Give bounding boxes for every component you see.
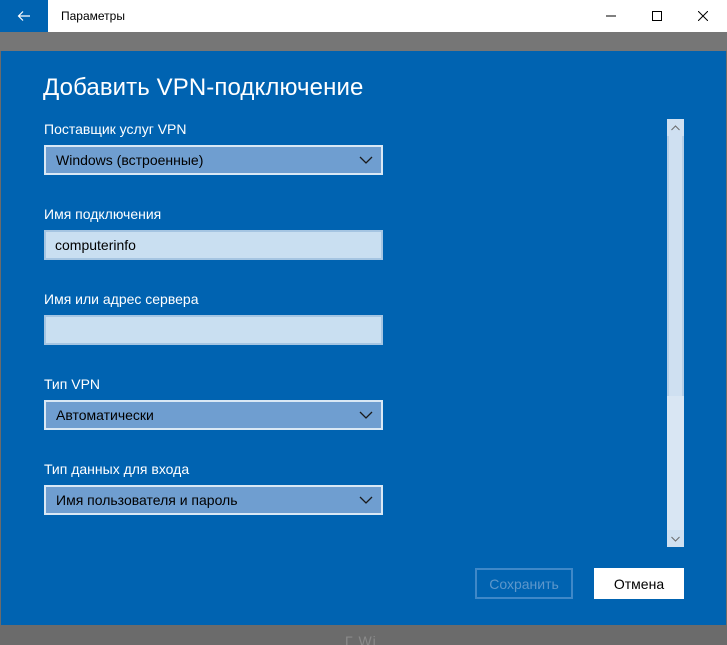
server-input[interactable] [44,315,383,345]
maximize-button[interactable] [634,0,680,32]
scroll-track-lower[interactable] [667,396,684,530]
vpn-type-value: Автоматически [56,407,154,423]
back-button[interactable] [0,0,48,32]
scroll-up-button[interactable] [667,119,684,136]
provider-select[interactable]: Windows (встроенные) [44,145,383,175]
cancel-button[interactable]: Отмена [594,568,684,599]
vpn-type-label: Тип VPN [44,376,101,392]
chevron-down-icon [671,536,680,542]
back-arrow-icon [17,11,30,21]
signin-type-label: Тип данных для входа [44,461,190,477]
signin-type-select[interactable]: Имя пользователя и пароль [44,485,383,515]
connection-name-value: computerinfo [55,237,136,253]
connection-name-label: Имя подключения [44,206,162,222]
chevron-down-icon [359,156,373,164]
scroll-down-button[interactable] [667,530,684,547]
window-title: Параметры [61,9,125,23]
connection-name-input[interactable]: computerinfo [44,230,383,260]
close-button[interactable] [680,0,726,32]
title-bar: Параметры [0,0,727,32]
maximize-icon [652,11,662,21]
minimize-button[interactable] [588,0,634,32]
background-footer: Г Wi [0,625,727,645]
provider-label: Поставщик услуг VPN [44,121,187,137]
close-icon [698,11,708,21]
chevron-down-icon [359,411,373,419]
vpn-type-select[interactable]: Автоматически [44,400,383,430]
scrollbar[interactable] [667,119,684,547]
server-label: Имя или адрес сервера [44,291,199,307]
background-hint-text: Г Wi [345,633,377,645]
chevron-up-icon [671,124,680,130]
minimize-icon [606,15,616,17]
dialog-title: Добавить VPN-подключение [43,74,364,101]
chevron-down-icon [359,496,373,504]
provider-value: Windows (встроенные) [56,152,204,168]
background-header [0,32,727,51]
signin-type-value: Имя пользователя и пароль [56,492,238,508]
save-button[interactable]: Сохранить [475,568,573,599]
scroll-thumb[interactable] [667,136,684,396]
add-vpn-dialog: Добавить VPN-подключение Поставщик услуг… [1,51,726,625]
